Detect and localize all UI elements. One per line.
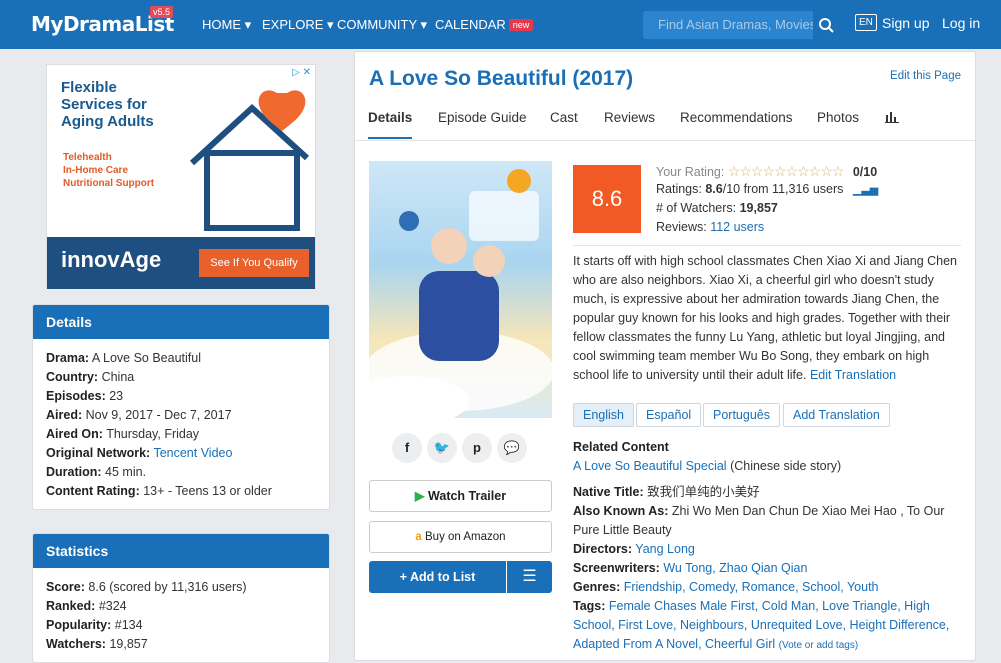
ratings-row: Ratings: 8.6/10 from 11,316 users ▁▃▅ — [656, 182, 879, 196]
detail-row: Content Rating: 13+ - Teens 13 or older — [46, 484, 272, 498]
statistics-box: Statistics Score: 8.6 (scored by 11,316 … — [32, 533, 330, 663]
genre-links[interactable]: Friendship, Comedy, Romance, School, You… — [624, 580, 879, 594]
stat-row: Score: 8.6 (scored by 11,316 users) — [46, 580, 247, 594]
detail-row: Episodes: 23 — [46, 389, 124, 403]
pinterest-share-button[interactable]: p — [462, 433, 492, 463]
pinterest-icon: p — [473, 440, 481, 455]
info-row: Directors: Yang Long — [573, 542, 695, 556]
add-translation-button[interactable]: Add Translation — [783, 403, 890, 427]
tab-details[interactable]: Details — [368, 110, 413, 139]
nav-calendar[interactable]: CALENDAR new — [435, 17, 534, 32]
search-placeholder: Find Asian Dramas, Movies, A — [658, 17, 814, 32]
ad-choices-icon[interactable]: ▷ ✕ — [292, 67, 311, 78]
ad-services: Telehealth In-Home Care Nutritional Suppor… — [63, 152, 155, 189]
tab-cast[interactable]: Cast — [550, 110, 578, 125]
ad-cta-button[interactable]: See If You Qualify — [199, 249, 309, 277]
list-icon: ☰ — [522, 568, 537, 585]
info-row: Also Known As: Zhi Wo Men Dan Chun De Xi… — [573, 504, 945, 537]
tab-photos[interactable]: Photos — [817, 110, 859, 125]
bar-chart-icon — [885, 112, 899, 123]
screenwriter-links[interactable]: Wu Tong, Zhao Qian Qian — [663, 561, 807, 575]
search-button[interactable] — [813, 11, 839, 39]
play-icon: ▶ — [414, 489, 425, 503]
detail-row: Aired: Nov 9, 2017 - Dec 7, 2017 — [46, 408, 232, 422]
details-box: Details Drama: A Love So Beautiful Count… — [32, 304, 330, 510]
twitter-icon: 🐦 — [433, 440, 451, 455]
reviews-row: Reviews: 112 users — [656, 220, 765, 234]
tab-statistics[interactable] — [885, 110, 899, 126]
detail-row: Aired On: Thursday, Friday — [46, 427, 200, 441]
lang-english-button[interactable]: English — [573, 403, 634, 427]
info-row: Tags: Female Chases Male First, Cold Man… — [573, 599, 950, 651]
info-row: Genres: Friendship, Comedy, Romance, Sch… — [573, 580, 879, 594]
tab-episode-guide[interactable]: Episode Guide — [438, 110, 527, 125]
new-badge: new — [508, 19, 534, 31]
statistics-heading: Statistics — [33, 534, 329, 568]
synopsis: It starts off with high school classmate… — [573, 254, 958, 382]
detail-row: Drama: A Love So Beautiful — [46, 351, 201, 365]
lang-portuguese-button[interactable]: Português — [703, 403, 780, 427]
add-to-list-button[interactable]: + Add to List — [369, 561, 506, 593]
list-options-button[interactable]: ☰ — [507, 561, 552, 593]
edit-translation-link[interactable]: Edit Translation — [810, 368, 896, 382]
rating-stars[interactable]: ☆☆☆☆☆☆☆☆☆☆ — [728, 163, 845, 179]
login-link[interactable]: Log in — [942, 15, 980, 31]
stat-row: Ranked: #324 — [46, 599, 127, 613]
detail-row: Country: China — [46, 370, 135, 384]
related-content: Related Content A Love So Beautiful Spec… — [573, 440, 842, 473]
related-link[interactable]: A Love So Beautiful Special — [573, 459, 727, 473]
search-input[interactable]: Find Asian Dramas, Movies, A — [643, 11, 839, 39]
stat-row: Popularity: #134 — [46, 618, 143, 632]
watchers-row: # of Watchers: 19,857 — [656, 201, 778, 215]
divider — [573, 245, 961, 246]
ad-title: Flexible Services for Aging Adults — [61, 79, 154, 130]
tag-links[interactable]: Female Chases Male First, Cold Man, Love… — [573, 599, 949, 651]
poster-artwork — [369, 169, 552, 418]
main-content: A Love So Beautiful (2017) Edit this Pag… — [354, 51, 976, 661]
comment-share-button[interactable]: 💬 — [497, 433, 527, 463]
vote-tags-link[interactable]: (Vote or add tags) — [779, 640, 859, 651]
info-row: Screenwriters: Wu Tong, Zhao Qian Qian — [573, 561, 808, 575]
house-heart-icon — [189, 90, 310, 231]
comment-icon: 💬 — [503, 440, 521, 455]
signup-link[interactable]: Sign up — [882, 15, 929, 31]
stat-row: Watchers: 19,857 — [46, 637, 148, 651]
tab-reviews[interactable]: Reviews — [604, 110, 655, 125]
your-rating: Your Rating: ☆☆☆☆☆☆☆☆☆☆ 0/10 — [656, 163, 878, 179]
nav-home[interactable]: HOME ▾ — [202, 17, 251, 33]
amazon-icon: a — [415, 531, 422, 543]
detail-row: Original Network: Tencent Video — [46, 446, 233, 460]
watch-trailer-button[interactable]: ▶ Watch Trailer — [369, 480, 552, 512]
nav-explore[interactable]: EXPLORE ▾ — [262, 17, 334, 33]
page-title: A Love So Beautiful (2017) — [369, 67, 634, 90]
language-selector[interactable]: EN — [855, 14, 877, 31]
buy-amazon-button[interactable]: a Buy on Amazon — [369, 521, 552, 553]
drama-info-list: Native Title: 致我们单纯的小美好 Also Known As: Z… — [573, 483, 965, 655]
detail-row: Duration: 45 min. — [46, 465, 147, 479]
ratings-chart-icon[interactable]: ▁▃▅ — [853, 184, 878, 196]
director-link[interactable]: Yang Long — [635, 542, 695, 556]
search-icon — [819, 18, 834, 33]
tab-recommendations[interactable]: Recommendations — [680, 110, 793, 125]
edit-page-link[interactable]: Edit this Page — [890, 70, 961, 82]
facebook-icon: f — [404, 440, 410, 455]
twitter-share-button[interactable]: 🐦 — [427, 433, 457, 463]
version-badge: v5.5 — [150, 6, 174, 18]
nav-community[interactable]: COMMUNITY ▾ — [337, 17, 427, 33]
tab-bar: Details Episode Guide Cast Reviews Recom… — [355, 98, 975, 141]
lang-spanish-button[interactable]: Español — [636, 403, 702, 427]
info-row: Native Title: 致我们单纯的小美好 — [573, 485, 760, 499]
drama-poster[interactable] — [369, 161, 552, 418]
reviews-link[interactable]: 112 users — [710, 220, 764, 234]
top-nav-bar: MyDramaList v5.5 HOME ▾ EXPLORE ▾ COMMUN… — [0, 0, 1001, 49]
ad-brand-logo: innovAge — [61, 247, 162, 272]
network-link[interactable]: Tencent Video — [153, 446, 232, 460]
score-box: 8.6 — [573, 165, 641, 233]
facebook-share-button[interactable]: f — [392, 433, 422, 463]
details-heading: Details — [33, 305, 329, 339]
advertisement[interactable]: Flexible Services for Aging Adults Teleh… — [46, 64, 316, 289]
